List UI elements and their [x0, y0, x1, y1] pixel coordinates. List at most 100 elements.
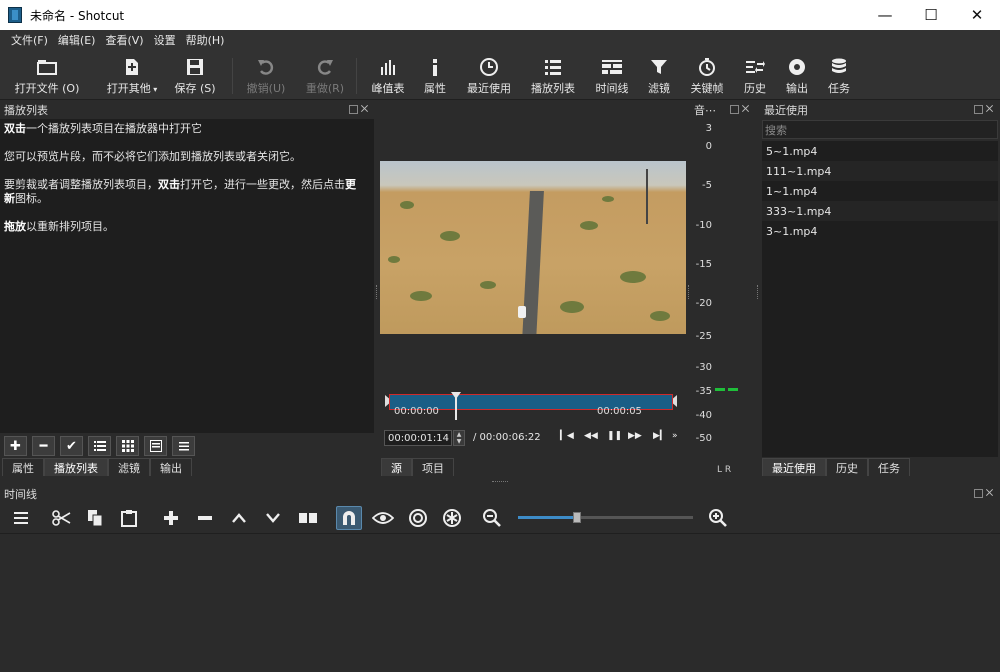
funnel-icon	[649, 54, 669, 80]
meter-dock-controls[interactable]	[730, 105, 751, 114]
lift-icon[interactable]	[228, 508, 250, 528]
copy-icon[interactable]	[84, 508, 106, 528]
tab-properties[interactable]: 属性	[2, 458, 44, 476]
history-button[interactable]: 历史	[738, 54, 772, 96]
redo-button[interactable]: 重做(R)	[303, 54, 347, 96]
playlist-panel-title: 播放列表	[4, 104, 48, 117]
open-file-button[interactable]: 打开文件 (O)	[12, 54, 82, 96]
playlist-dock-controls[interactable]	[349, 105, 370, 114]
meter-label: -50	[695, 433, 712, 444]
more-icon[interactable]: »	[672, 431, 678, 441]
timeline-menu-icon[interactable]	[10, 508, 32, 528]
menu-settings[interactable]: 设置	[149, 32, 181, 48]
float-icon[interactable]	[974, 105, 983, 114]
export-button[interactable]: 输出	[780, 54, 814, 96]
position-timecode-input[interactable]: 00:00:01:14	[384, 430, 452, 446]
peak-meter-button[interactable]: 峰值表	[366, 54, 410, 96]
append-icon[interactable]	[160, 508, 182, 528]
save-button[interactable]: 保存 (S)	[168, 54, 222, 96]
recent-item[interactable]: 1~1.mp4	[762, 181, 998, 201]
timeline-button[interactable]: 时间线	[590, 54, 634, 96]
recent-item[interactable]: 333~1.mp4	[762, 201, 998, 221]
undo-button[interactable]: 撤销(U)	[244, 54, 288, 96]
float-icon[interactable]	[730, 105, 739, 114]
splitter-handle[interactable]	[688, 285, 690, 299]
menu-edit[interactable]: 编辑(E)	[53, 32, 101, 48]
open-other-button[interactable]: 打开其他 ▾	[104, 54, 160, 96]
shotcut-app-icon	[8, 7, 22, 23]
close-icon[interactable]	[742, 105, 751, 114]
skip-previous-icon[interactable]: ▎◀	[560, 431, 574, 441]
recent-item[interactable]: 5~1.mp4	[762, 141, 998, 161]
paste-icon[interactable]	[118, 508, 140, 528]
snap-magnet-icon[interactable]	[336, 506, 362, 530]
details-view-button[interactable]	[88, 436, 111, 456]
menu-help[interactable]: 帮助(H)	[181, 32, 230, 48]
scrub-eye-icon[interactable]	[370, 508, 396, 528]
undo-icon	[256, 54, 276, 80]
tab-history[interactable]: 历史	[826, 458, 868, 476]
tab-filters[interactable]: 滤镜	[108, 458, 150, 476]
timeline-dock-controls[interactable]	[974, 489, 995, 498]
icons-view-button[interactable]	[144, 436, 167, 456]
video-preview[interactable]	[380, 161, 686, 334]
skip-next-icon[interactable]: ▶▎	[653, 431, 667, 441]
float-icon[interactable]	[349, 105, 358, 114]
ripple-all-icon[interactable]	[440, 508, 464, 528]
recent-button[interactable]: 最近使用	[462, 54, 516, 96]
timecode-spinner[interactable]: ▲ ▼	[453, 430, 465, 446]
playlist-button[interactable]: 播放列表	[526, 54, 580, 96]
update-clip-button[interactable]: ✔	[60, 436, 83, 456]
close-icon[interactable]	[986, 105, 995, 114]
close-icon[interactable]	[986, 489, 995, 498]
hamburger-icon	[178, 442, 189, 451]
minimize-button[interactable]: —	[862, 0, 908, 30]
overwrite-icon[interactable]	[262, 508, 284, 528]
scrub-start-label: 00:00:00	[394, 406, 439, 417]
tiles-view-button[interactable]	[116, 436, 139, 456]
menu-file[interactable]: 文件(F)	[6, 32, 53, 48]
tab-source[interactable]: 源	[381, 458, 412, 476]
splitter-handle[interactable]	[492, 481, 508, 483]
tab-jobs[interactable]: 任务	[868, 458, 910, 476]
recent-dock-controls[interactable]	[974, 105, 995, 114]
pause-icon[interactable]: ❚❚	[607, 431, 622, 441]
zoom-out-icon[interactable]	[480, 508, 504, 528]
disc-icon	[787, 54, 807, 80]
recent-search-input[interactable]: 搜索	[762, 120, 998, 139]
title-bar: 未命名 - Shotcut — ☐ ✕	[0, 0, 1000, 30]
recent-item[interactable]: 111~1.mp4	[762, 161, 998, 181]
float-icon[interactable]	[974, 489, 983, 498]
close-icon[interactable]	[361, 105, 370, 114]
tab-export[interactable]: 输出	[150, 458, 192, 476]
zoom-slider-handle[interactable]	[573, 512, 581, 523]
ripple-target-icon[interactable]	[406, 508, 430, 528]
fast-forward-icon[interactable]: ▶▶	[628, 431, 642, 441]
menu-view[interactable]: 查看(V)	[100, 32, 148, 48]
split-icon[interactable]	[296, 508, 320, 528]
close-button[interactable]: ✕	[954, 0, 1000, 30]
filters-button[interactable]: 滤镜	[642, 54, 676, 96]
cut-icon[interactable]	[50, 508, 74, 528]
rewind-icon[interactable]: ◀◀	[584, 431, 598, 441]
right-dock-tabs: 最近使用 历史 任务	[762, 458, 910, 476]
recent-item[interactable]: 3~1.mp4	[762, 221, 998, 241]
playlist-menu-button[interactable]	[172, 436, 195, 456]
playhead-marker[interactable]	[451, 392, 461, 420]
file-plus-icon	[122, 54, 142, 80]
timeline-tracks-area[interactable]	[0, 535, 1000, 672]
splitter-handle[interactable]	[376, 285, 378, 299]
tab-playlist[interactable]: 播放列表	[44, 458, 108, 476]
tab-project[interactable]: 项目	[412, 458, 454, 476]
duration-label: / 00:00:06:22	[473, 432, 541, 443]
jobs-button[interactable]: 任务	[822, 54, 856, 96]
zoom-in-icon[interactable]	[706, 508, 730, 528]
tab-recent[interactable]: 最近使用	[762, 458, 826, 476]
remove-icon[interactable]	[194, 508, 216, 528]
maximize-button[interactable]: ☐	[908, 0, 954, 30]
keyframes-button[interactable]: 关键帧	[686, 54, 728, 96]
add-clip-button[interactable]: ✚	[4, 436, 27, 456]
splitter-handle[interactable]	[757, 285, 759, 299]
properties-button[interactable]: 属性	[418, 54, 452, 96]
remove-clip-button[interactable]: ━	[32, 436, 55, 456]
